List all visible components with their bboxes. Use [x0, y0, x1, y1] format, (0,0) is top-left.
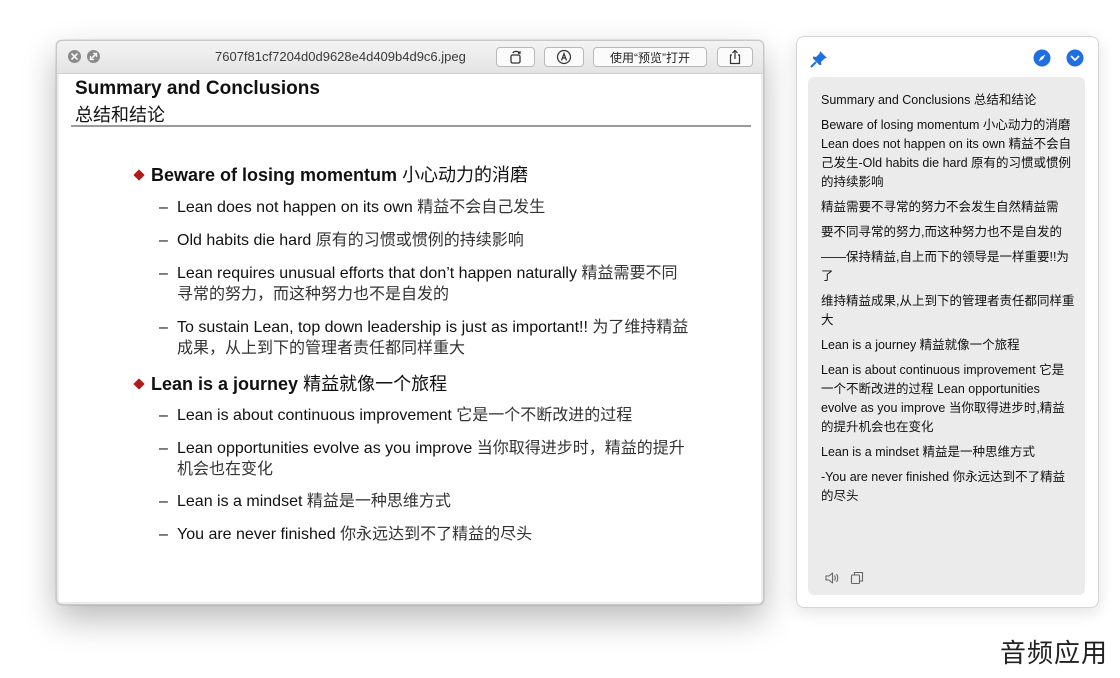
pin-icon[interactable]	[809, 49, 829, 74]
slide-title-chinese: 总结和结论	[75, 105, 165, 125]
markup-icon	[556, 49, 572, 65]
list-item: – Lean requires unusual efforts that don’…	[159, 265, 678, 303]
slide-image: Summary and Conclusions 总结和结论 Beware of …	[59, 74, 761, 602]
list-item: – To sustain Lean, top down leadership is…	[159, 319, 689, 357]
close-icon[interactable]	[68, 50, 81, 63]
translation-result: Summary and Conclusions 总结和结论 Beware of …	[808, 77, 1085, 595]
list-item: – Old habits die hard 原有的习惯或惯例的持续影响	[159, 232, 524, 249]
watermark: 音频应用	[999, 638, 1108, 668]
title-divider	[71, 125, 751, 127]
translation-paragraph: Summary and Conclusions 总结和结论	[821, 93, 1037, 107]
quicklook-window: 7607f81cf7204d0d9628e4d409b4d9c6.jpeg 使用…	[56, 40, 764, 605]
translation-paragraph: Beware of losing momentum 小心动力的消磨 Lean d…	[821, 118, 1072, 189]
rotate-icon	[509, 50, 521, 64]
list-item: – Lean does not happen on its own 精益不会自己发…	[159, 199, 546, 216]
diamond-bullet-icon	[133, 378, 145, 390]
speaker-icon[interactable]	[824, 571, 840, 590]
translation-paragraph: Lean is a journey 精益就像一个旅程	[821, 338, 1020, 352]
list-item: – Lean opportunities evolve as you improv…	[159, 440, 685, 478]
rotate-button[interactable]	[496, 47, 535, 67]
file-name: 7607f81cf7204d0d9628e4d409b4d9c6.jpeg	[215, 49, 466, 64]
translation-panel: Summary and Conclusions 总结和结论 Beware of …	[796, 36, 1099, 608]
translation-paragraph: Lean is about continuous improvement 它是一…	[821, 363, 1065, 434]
section-heading: Beware of losing momentum 小心动力的消磨	[133, 161, 528, 187]
share-icon	[729, 49, 741, 65]
slide-title: Summary and Conclusions	[75, 78, 320, 99]
list-item: – You are never finished 你永远达到不了精益的尽头	[159, 526, 533, 543]
translation-paragraph: 精益需要不寻常的努力不会发生自然精益需	[821, 200, 1059, 214]
translation-text: Summary and Conclusions 总结和结论 Beware of …	[821, 91, 1075, 512]
translation-paragraph: -You are never finished 你永远达到不了精益的尽头	[821, 470, 1066, 503]
window-titlebar: 7607f81cf7204d0d9628e4d409b4d9c6.jpeg 使用…	[57, 41, 763, 74]
list-item: – Lean is a mindset 精益是一种思维方式	[159, 493, 451, 510]
translation-paragraph: Lean is a mindset 精益是一种思维方式	[821, 445, 1035, 459]
translation-paragraph: ——保持精益,自上而下的领导是一样重要!!为了	[821, 250, 1069, 283]
diamond-bullet-icon	[133, 169, 145, 181]
chevron-down-icon[interactable]	[1066, 49, 1084, 72]
fullscreen-icon[interactable]	[87, 50, 100, 63]
copy-icon[interactable]	[850, 571, 864, 590]
list-item: – Lean is about continuous improvement 它是…	[159, 407, 633, 424]
compass-icon[interactable]	[1033, 49, 1051, 72]
section-heading: Lean is a journey 精益就像一个旅程	[133, 370, 447, 396]
share-button[interactable]	[717, 47, 753, 67]
translation-paragraph: 要不同寻常的努力,而这种努力也不是自发的	[821, 225, 1062, 239]
markup-button[interactable]	[544, 47, 584, 67]
translation-paragraph: 维持精益成果,从上到下的管理者责任都同样重大	[821, 294, 1075, 327]
open-with-preview-button[interactable]: 使用“预览”打开	[593, 47, 707, 67]
